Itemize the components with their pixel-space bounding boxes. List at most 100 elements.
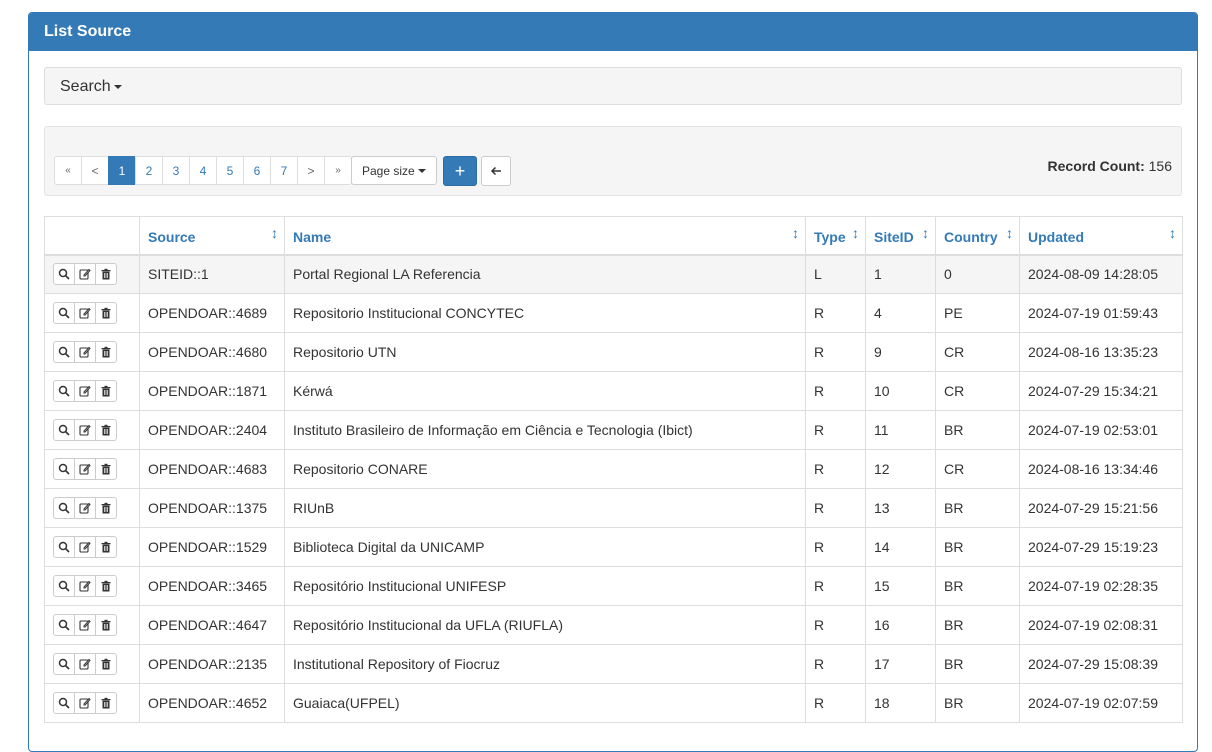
delete-button[interactable] bbox=[95, 380, 117, 402]
cell-updated: 2024-08-16 13:34:46 bbox=[1019, 449, 1183, 489]
view-button[interactable] bbox=[53, 341, 75, 363]
pager-first[interactable]: « bbox=[54, 156, 82, 185]
sort-icon[interactable]: ↕ bbox=[852, 225, 859, 241]
edit-button[interactable] bbox=[74, 614, 96, 636]
row-actions bbox=[44, 332, 140, 372]
edit-button[interactable] bbox=[74, 536, 96, 558]
edit-button[interactable] bbox=[74, 458, 96, 480]
delete-button[interactable] bbox=[95, 341, 117, 363]
edit-button[interactable] bbox=[74, 341, 96, 363]
pager-next[interactable]: > bbox=[297, 156, 325, 185]
cell-updated: 2024-07-29 15:34:21 bbox=[1019, 371, 1183, 411]
delete-button[interactable] bbox=[95, 653, 117, 675]
view-button[interactable] bbox=[53, 614, 75, 636]
delete-button[interactable] bbox=[95, 419, 117, 441]
pager-page-3[interactable]: 3 bbox=[162, 156, 190, 185]
pager-page-6[interactable]: 6 bbox=[243, 156, 271, 185]
search-label: Search bbox=[60, 78, 111, 95]
cell-name: Biblioteca Digital da UNICAMP bbox=[284, 527, 806, 567]
toolbar: « < 1 2 3 4 5 6 7 > » Page size + Record… bbox=[44, 126, 1182, 196]
list-source-panel: List Source Search « < 1 2 3 4 5 6 7 > »… bbox=[28, 12, 1198, 752]
edit-button[interactable] bbox=[74, 692, 96, 714]
cell-siteid: 4 bbox=[865, 293, 936, 333]
sort-icon[interactable]: ↕ bbox=[271, 225, 278, 241]
table-body: SITEID::1 Portal Regional LA Referencia L 1… bbox=[44, 254, 1183, 723]
cell-name: Repositorio Institucional CONCYTEC bbox=[284, 293, 806, 333]
cell-source: OPENDOAR::4689 bbox=[139, 293, 285, 333]
cell-country: CR bbox=[935, 371, 1020, 411]
delete-button[interactable] bbox=[95, 614, 117, 636]
country-header-label: Country bbox=[944, 229, 998, 246]
delete-button[interactable] bbox=[95, 263, 117, 286]
page-size-dropdown[interactable]: Page size bbox=[351, 156, 437, 185]
cell-updated: 2024-07-29 15:21:56 bbox=[1019, 488, 1183, 528]
delete-button[interactable] bbox=[95, 497, 117, 519]
view-button[interactable] bbox=[53, 497, 75, 519]
pager-page-2[interactable]: 2 bbox=[135, 156, 163, 185]
pager-prev[interactable]: < bbox=[81, 156, 109, 185]
row-actions bbox=[44, 683, 140, 723]
edit-icon bbox=[79, 463, 91, 475]
edit-button[interactable] bbox=[74, 263, 96, 286]
view-button[interactable] bbox=[53, 575, 75, 597]
edit-button[interactable] bbox=[74, 497, 96, 519]
cell-siteid: 11 bbox=[865, 410, 936, 450]
sort-icon[interactable]: ↕ bbox=[922, 225, 929, 241]
name-header[interactable]: Name ↕ bbox=[284, 216, 806, 256]
cell-source: OPENDOAR::4652 bbox=[139, 683, 285, 723]
cell-name: Repositório Institucional UNIFESP bbox=[284, 566, 806, 606]
cell-type: R bbox=[805, 527, 866, 567]
delete-button[interactable] bbox=[95, 302, 117, 324]
cell-siteid: 13 bbox=[865, 488, 936, 528]
pager-page-4[interactable]: 4 bbox=[189, 156, 217, 185]
pager-page-5[interactable]: 5 bbox=[216, 156, 244, 185]
table-row: OPENDOAR::2135 Institutional Repository o… bbox=[44, 644, 1183, 684]
view-button[interactable] bbox=[53, 419, 75, 441]
cell-siteid: 17 bbox=[865, 644, 936, 684]
table-row: OPENDOAR::1375 RIUnB R 13 BR 2024-07-29 15:21… bbox=[44, 488, 1183, 528]
sort-icon[interactable]: ↕ bbox=[1006, 225, 1013, 241]
type-header[interactable]: Type ↕ bbox=[805, 216, 866, 256]
source-header[interactable]: Source ↕ bbox=[139, 216, 285, 256]
add-button[interactable]: + bbox=[443, 156, 477, 186]
view-button[interactable] bbox=[53, 692, 75, 714]
siteid-header[interactable]: SiteID ↕ bbox=[865, 216, 936, 256]
view-button[interactable] bbox=[53, 302, 75, 324]
cell-name: Repositório Institucional da UFLA (RIUFL… bbox=[284, 605, 806, 645]
edit-button[interactable] bbox=[74, 419, 96, 441]
edit-button[interactable] bbox=[74, 575, 96, 597]
edit-button[interactable] bbox=[74, 380, 96, 402]
back-button[interactable] bbox=[481, 156, 511, 186]
view-button[interactable] bbox=[53, 263, 75, 286]
search-icon bbox=[58, 346, 70, 358]
cell-country: BR bbox=[935, 410, 1020, 450]
view-button[interactable] bbox=[53, 653, 75, 675]
edit-icon bbox=[79, 619, 91, 631]
search-toggle[interactable]: Search bbox=[44, 67, 1182, 105]
cell-name: Guaiaca(UFPEL) bbox=[284, 683, 806, 723]
sort-icon[interactable]: ↕ bbox=[1169, 225, 1176, 241]
edit-button[interactable] bbox=[74, 302, 96, 324]
delete-button[interactable] bbox=[95, 575, 117, 597]
arrow-left-icon bbox=[490, 166, 501, 176]
view-button[interactable] bbox=[53, 536, 75, 558]
cell-type: R bbox=[805, 449, 866, 489]
pager-page-1[interactable]: 1 bbox=[108, 156, 136, 185]
edit-icon bbox=[79, 307, 91, 319]
updated-header[interactable]: Updated ↕ bbox=[1019, 216, 1183, 256]
view-button[interactable] bbox=[53, 458, 75, 480]
country-header[interactable]: Country ↕ bbox=[935, 216, 1020, 256]
view-button[interactable] bbox=[53, 380, 75, 402]
delete-button[interactable] bbox=[95, 536, 117, 558]
pager-last[interactable]: » bbox=[324, 156, 352, 185]
edit-icon bbox=[79, 697, 91, 709]
row-actions bbox=[44, 566, 140, 606]
edit-button[interactable] bbox=[74, 653, 96, 675]
delete-button[interactable] bbox=[95, 458, 117, 480]
sort-icon[interactable]: ↕ bbox=[792, 225, 799, 241]
delete-button[interactable] bbox=[95, 692, 117, 714]
row-actions bbox=[44, 527, 140, 567]
trash-icon bbox=[100, 307, 112, 319]
row-actions bbox=[44, 644, 140, 684]
pager-page-7[interactable]: 7 bbox=[270, 156, 298, 185]
